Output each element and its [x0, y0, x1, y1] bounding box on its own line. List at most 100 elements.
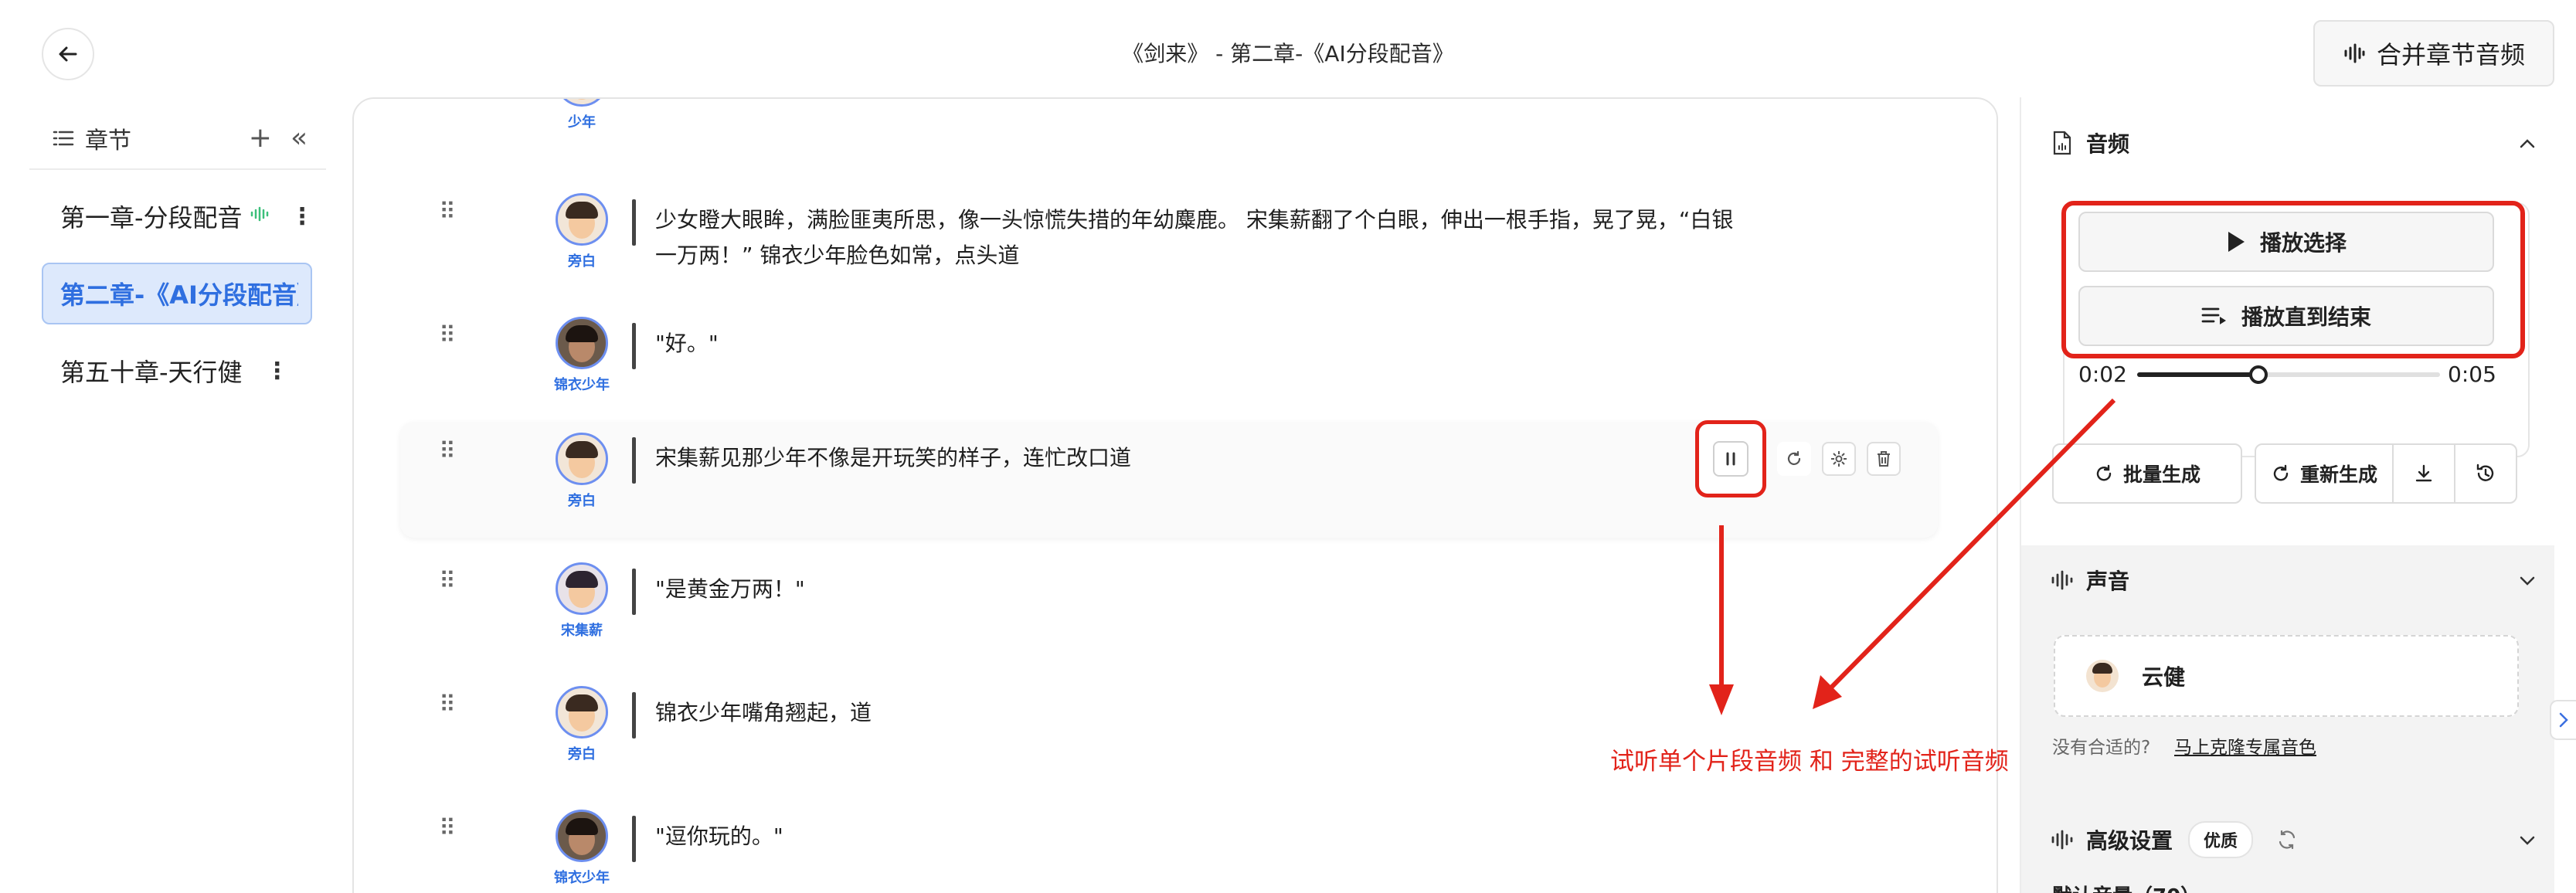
avatar: [556, 562, 608, 615]
speaker-avatar[interactable]: 少年: [539, 99, 624, 131]
speaker-avatar[interactable]: 旁白: [539, 193, 624, 270]
segment-text[interactable]: 锦衣少年嘴角翘起，道: [655, 695, 1776, 731]
chapter-sidebar-title: 章节: [85, 127, 131, 154]
sidebar-item-chapter-1[interactable]: 第一章-分段配音 ⋮: [29, 185, 326, 247]
segment-text[interactable]: 宋集薪见那少年不像是开玩笑的样子，连忙改口道: [655, 440, 1776, 476]
speaker-name: 旁白: [568, 746, 596, 762]
history-button[interactable]: [2454, 443, 2517, 504]
voice-section-header[interactable]: 声音: [2049, 561, 2536, 599]
segment-row[interactable]: ⠿ 锦衣少年 "逗你玩的。": [400, 800, 1938, 893]
drag-handle-icon[interactable]: ⠿: [439, 440, 462, 463]
gear-icon: [1831, 451, 1847, 467]
segment-row[interactable]: 少年: [400, 99, 1938, 161]
segment-text[interactable]: "好。": [655, 326, 1776, 362]
default-volume-label: 默认音量（70）: [2052, 881, 2200, 893]
waveform-icon: [2344, 43, 2365, 63]
chevron-down-icon[interactable]: [2519, 828, 2536, 851]
drag-handle-icon[interactable]: ⠿: [439, 570, 462, 593]
avatar: [556, 810, 608, 862]
voice-name: 云健: [2142, 664, 2186, 690]
segment-text[interactable]: "逗你玩的。": [655, 819, 1776, 854]
waveform-icon: [2049, 830, 2075, 850]
sidebar-item-chapter-50[interactable]: 第五十章-天行健 ⋮: [29, 340, 326, 402]
regenerate-segment-button[interactable]: [1777, 442, 1811, 476]
speaker-avatar[interactable]: 锦衣少年: [539, 810, 624, 887]
delete-segment-button[interactable]: [1867, 442, 1901, 476]
slider-handle[interactable]: [2248, 365, 2268, 384]
segment-settings-button[interactable]: [1822, 442, 1856, 476]
segment-bar: [632, 199, 636, 246]
audio-section-header[interactable]: 音频: [2049, 124, 2536, 162]
drag-handle-icon[interactable]: ⠿: [439, 324, 462, 348]
drag-handle-icon[interactable]: ⠿: [439, 201, 462, 224]
drag-handle-icon[interactable]: ⠿: [439, 817, 462, 840]
chapter-sidebar-header: 章节 + «: [29, 108, 326, 170]
avatar: [556, 317, 608, 369]
sidebar-item-chapter-2[interactable]: 第二章-《AI分段配音》: [42, 263, 312, 324]
segment-bar: [632, 569, 636, 615]
speaker-name: 锦衣少年: [554, 870, 610, 886]
merge-chapter-audio-button[interactable]: 合并章节音频: [2313, 20, 2554, 87]
download-icon: [2415, 464, 2432, 482]
voice-settings-area: 声音 高级设置 优质: [2021, 545, 2554, 893]
speaker-name: 锦衣少年: [554, 377, 610, 393]
speaker-avatar[interactable]: 锦衣少年: [539, 317, 624, 394]
more-options-icon[interactable]: ⋮: [266, 358, 289, 385]
page-title: 《剑来》 - 第二章-《AI分段配音》: [1122, 41, 1454, 66]
avatar: [556, 433, 608, 485]
audio-section-title: 音频: [2086, 131, 2130, 157]
no-fit-text: 没有合适的?: [2052, 738, 2151, 758]
drag-handle-icon[interactable]: ⠿: [439, 694, 462, 717]
clone-voice-link[interactable]: 马上克隆专属音色: [2174, 732, 2316, 759]
segment-bar: [632, 692, 636, 739]
pause-segment-button[interactable]: [1695, 420, 1766, 497]
batch-generate-button[interactable]: 批量生成: [2052, 443, 2242, 504]
total-time: 0:05: [2448, 362, 2496, 387]
trash-icon: [1878, 451, 1890, 467]
voice-section-title: 声音: [2086, 569, 2130, 594]
regenerate-label: 重新生成: [2299, 463, 2377, 486]
segment-row-selected[interactable]: ⠿ 旁白 宋集薪见那少年不像是开玩笑的样子，连忙改口道: [400, 420, 1938, 538]
segment-row[interactable]: ⠿ 锦衣少年 "好。": [400, 307, 1938, 423]
more-options-icon[interactable]: ⋮: [291, 203, 314, 230]
sync-icon[interactable]: [2276, 829, 2298, 851]
regenerate-button[interactable]: 重新生成: [2255, 443, 2394, 504]
segment-row[interactable]: ⠿ 宋集薪 "是黄金万两！": [400, 553, 1938, 669]
quality-badge[interactable]: 优质: [2188, 821, 2254, 858]
speaker-name: 宋集薪: [561, 623, 603, 639]
segment-row[interactable]: ⠿ 旁白 少女瞪大眼眸，满脸匪夷所思，像一头惊慌失措的年幼麋鹿。 宋集薪翻了个白…: [400, 184, 1938, 300]
chapter-label: 第一章-分段配音: [60, 203, 243, 233]
chapter-label: 第二章-《AI分段配音》: [60, 280, 298, 310]
history-icon: [2476, 463, 2494, 481]
chevron-up-icon[interactable]: [2519, 131, 2536, 154]
chapter-sidebar: 章节 + « 第一章-分段配音 ⋮ 第二章-《AI分段配音》 第五十章-天行健 …: [29, 108, 326, 402]
refresh-icon: [2273, 464, 2289, 481]
playback-slider[interactable]: [2137, 365, 2440, 384]
refresh-icon: [2096, 464, 2112, 481]
chevron-down-icon[interactable]: [2519, 569, 2536, 592]
refresh-icon: [1787, 450, 1801, 465]
add-chapter-icon[interactable]: +: [249, 124, 272, 152]
download-button[interactable]: [2392, 443, 2455, 504]
speaker-avatar[interactable]: 旁白: [539, 686, 624, 763]
speaker-name: 旁白: [568, 493, 596, 509]
advanced-section-header[interactable]: 高级设置 优质: [2049, 820, 2536, 859]
chapter-label: 第五十章-天行健: [60, 358, 243, 387]
expand-panel-button[interactable]: [2550, 700, 2576, 740]
selected-voice-card[interactable]: 云健: [2054, 635, 2519, 717]
current-time: 0:02: [2078, 362, 2127, 387]
voice-avatar: [2086, 660, 2119, 692]
merge-chapter-audio-label: 合并章节音频: [2376, 40, 2525, 70]
segment-toolbar: [1695, 420, 1901, 497]
segment-bar: [632, 323, 636, 369]
batch-generate-label: 批量生成: [2122, 463, 2200, 486]
segment-text[interactable]: 少女瞪大眼眸，满脸匪夷所思，像一头惊慌失措的年幼麋鹿。 宋集薪翻了个白眼，伸出一…: [655, 202, 1737, 273]
slider-fill: [2137, 372, 2258, 377]
collapse-sidebar-icon[interactable]: «: [291, 124, 308, 152]
waveform-icon: [2049, 570, 2075, 590]
speaker-avatar[interactable]: 宋集薪: [539, 562, 624, 640]
speaker-avatar[interactable]: 旁白: [539, 433, 624, 510]
segment-text[interactable]: "是黄金万两！": [655, 572, 1776, 607]
avatar: [556, 193, 608, 246]
playing-wave-icon: [250, 206, 269, 226]
